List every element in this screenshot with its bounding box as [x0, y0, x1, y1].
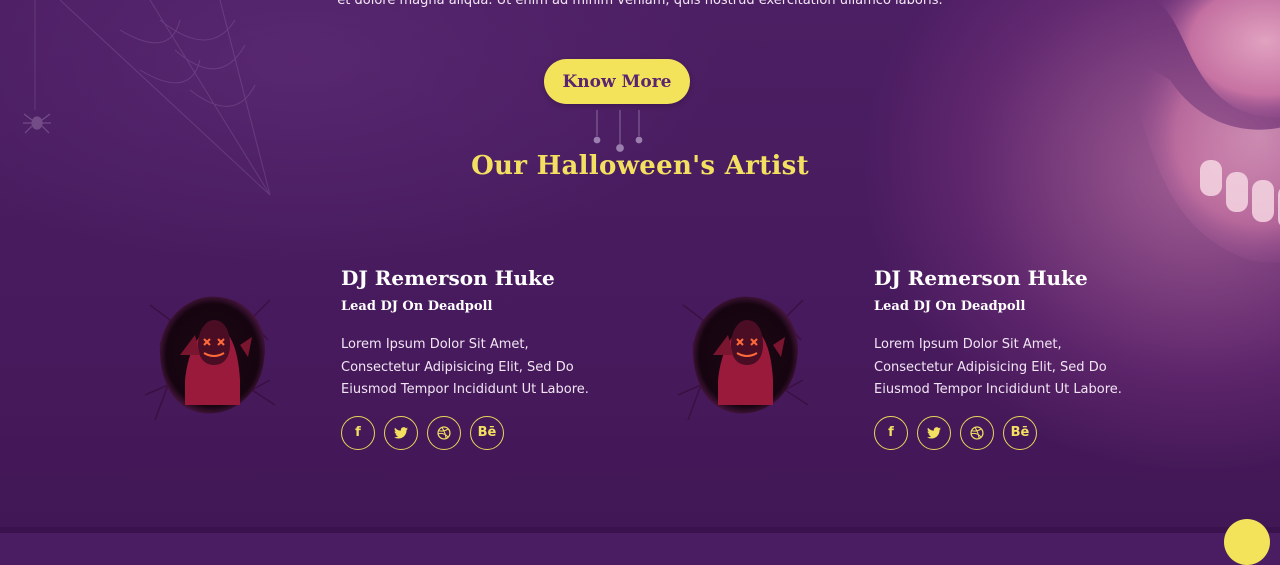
artist-photo [673, 285, 813, 425]
behance-icon[interactable]: Bē [470, 415, 504, 450]
artist-name: DJ Remerson Huke [874, 266, 1088, 290]
social-links: f Bē [874, 415, 1154, 450]
facebook-icon[interactable]: f [341, 415, 375, 450]
masked-dj-image [677, 296, 809, 421]
intro-paragraph: et dolore magna aliqua. Ut enim ad minim… [337, 0, 943, 8]
social-links: f Bē [341, 415, 621, 450]
twitter-icon[interactable] [384, 415, 418, 450]
artist-card: DJ Remerson Huke Lead DJ On Deadpoll Lor… [874, 266, 1154, 450]
artist-role: Lead DJ On Deadpoll [874, 299, 1026, 314]
twitter-icon[interactable] [917, 415, 951, 450]
scroll-top-button[interactable] [1224, 519, 1270, 565]
artist-description: Lorem Ipsum Dolor Sit Amet, Consectetur … [874, 337, 1122, 397]
facebook-icon[interactable]: f [874, 415, 908, 450]
dribbble-icon[interactable] [427, 415, 461, 450]
section-title: Our Halloween's Artist [471, 151, 809, 181]
dribbble-icon[interactable] [960, 415, 994, 450]
artist-description: Lorem Ipsum Dolor Sit Amet, Consectetur … [341, 337, 589, 397]
masked-dj-image [144, 296, 276, 421]
section-bottom-band [0, 527, 1280, 533]
artist-card: DJ Remerson Huke Lead DJ On Deadpoll Lor… [341, 266, 621, 450]
artist-role: Lead DJ On Deadpoll [341, 299, 493, 314]
know-more-button[interactable]: Know More [544, 59, 690, 104]
skull-decoration [1120, 0, 1280, 263]
spider-icon [23, 113, 51, 134]
behance-icon[interactable]: Bē [1003, 415, 1037, 450]
artist-photo [140, 285, 280, 425]
artist-name: DJ Remerson Huke [341, 266, 555, 290]
